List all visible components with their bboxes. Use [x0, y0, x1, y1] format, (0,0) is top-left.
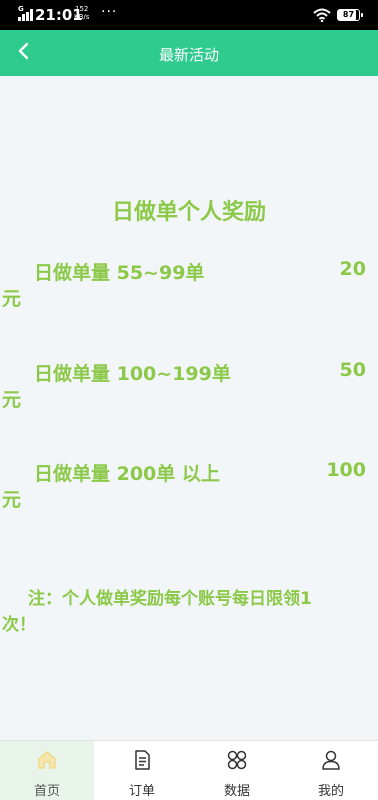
tab-orders[interactable]: 订单	[95, 741, 189, 800]
tab-data[interactable]: 数据	[190, 741, 284, 800]
tier-amount: 50	[339, 359, 366, 381]
note-line-1: 注：个人做单奖励每个账号每日限领1	[28, 589, 312, 609]
battery-icon: 87	[337, 9, 363, 21]
order-list-icon	[135, 750, 150, 770]
page-title: 最新活动	[158, 46, 219, 64]
bottom-tab-bar: 首页 订单 数据 我的	[0, 740, 378, 800]
status-bar: G 21:01 152 KB/s ··· 87	[0, 0, 378, 30]
tier-amount: 100	[326, 459, 366, 481]
tab-label: 数据	[223, 784, 250, 799]
note-line-2: 次！	[2, 615, 36, 635]
wifi-icon	[313, 8, 331, 22]
tier-label: 日做单量 55~99单	[34, 262, 205, 284]
tab-label: 订单	[128, 784, 155, 799]
tab-mine[interactable]: 我的	[284, 741, 378, 800]
app-header: 最新活动	[0, 30, 378, 76]
tier-label: 日做单量 200单 以上	[34, 463, 220, 485]
data-grid-icon	[227, 750, 247, 770]
reward-heading: 日做单个人奖励	[111, 200, 266, 225]
tier-label: 日做单量 100~199单	[34, 363, 231, 385]
tab-home[interactable]: 首页	[0, 741, 94, 800]
more-notifications-icon: ···	[101, 4, 118, 20]
network-speed: 152 KB/s	[74, 5, 90, 21]
user-icon	[322, 750, 340, 770]
home-icon	[38, 751, 56, 769]
tier-amount: 20	[339, 258, 366, 280]
tier-unit: 元	[2, 288, 22, 310]
tab-label: 我的	[317, 784, 344, 799]
tier-unit: 元	[2, 489, 22, 511]
activity-content: 日做单个人奖励 日做单量 55~99单 20 元 日做单量 100~199单 5…	[0, 76, 378, 740]
cellular-signal-icon: G	[18, 5, 33, 21]
tab-label: 首页	[33, 784, 60, 799]
tier-unit: 元	[2, 389, 22, 411]
network-type: G	[18, 5, 24, 13]
